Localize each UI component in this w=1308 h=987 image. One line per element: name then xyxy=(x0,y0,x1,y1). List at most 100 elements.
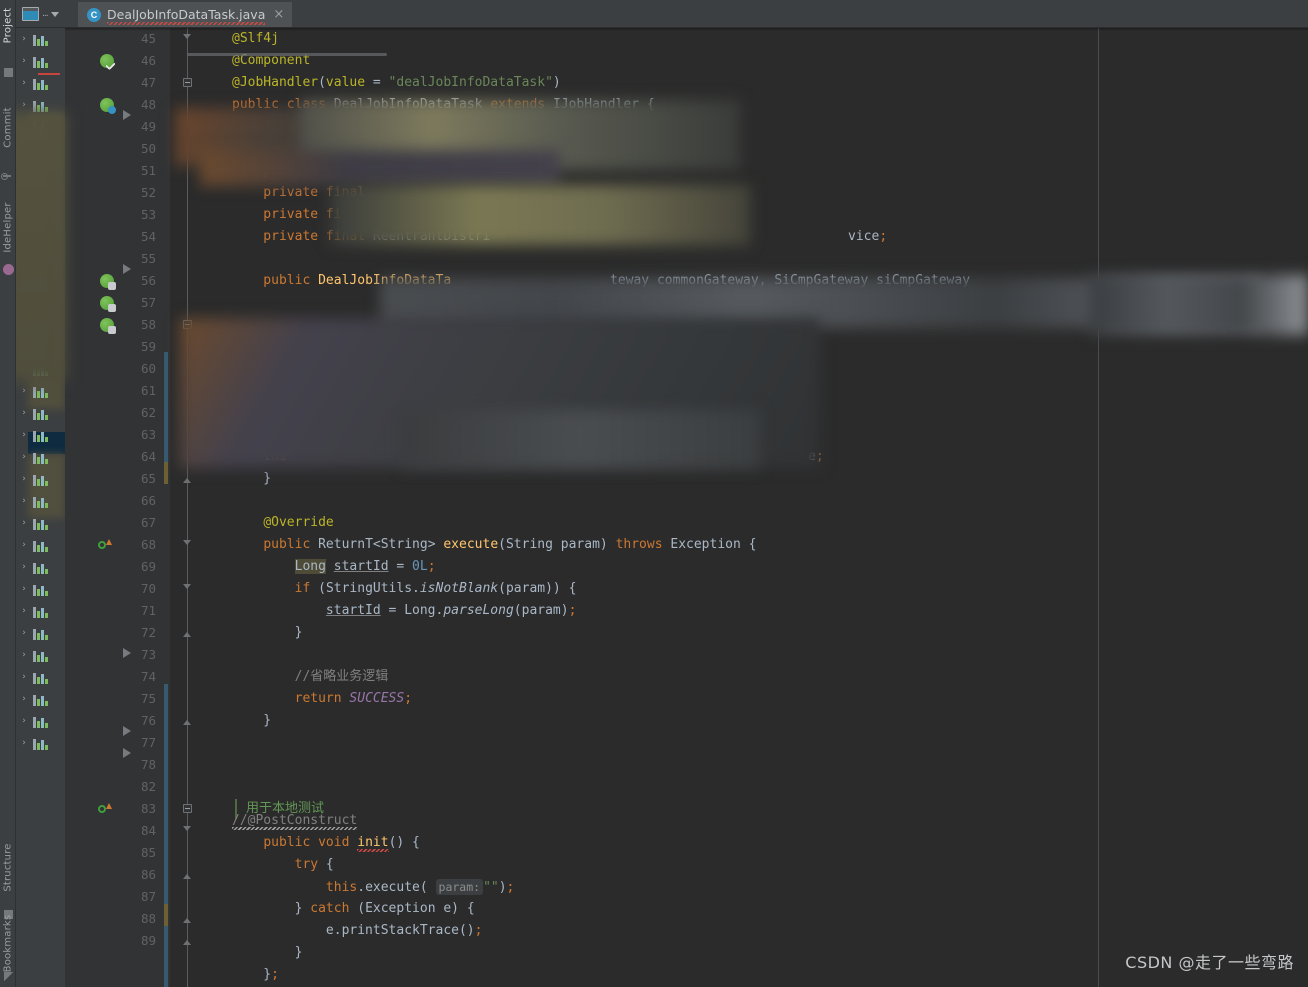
tool-tab-commit[interactable]: Commit xyxy=(3,96,14,160)
tree-item[interactable]: › xyxy=(16,204,65,226)
tree-item[interactable]: › xyxy=(16,556,65,578)
right-margin-rule xyxy=(1098,28,1099,987)
module-icon xyxy=(33,187,48,200)
code-editor[interactable]: 45 46 47 48 49 50 51 52 53 54 55 56 57 58 59 60 61 62 63 64… xyxy=(65,28,1308,987)
horizontal-scrollbar[interactable] xyxy=(187,53,387,56)
tool-tab-idehelper[interactable]: IdeHelper xyxy=(3,196,14,260)
chevron-right-icon[interactable]: › xyxy=(16,210,32,220)
tree-item[interactable]: › xyxy=(16,468,65,490)
chevron-right-icon[interactable]: › xyxy=(16,298,32,308)
tree-item[interactable]: › xyxy=(16,160,65,182)
tool-tab-bookmarks[interactable]: Bookmarks xyxy=(3,912,14,976)
chevron-right-icon[interactable]: › xyxy=(16,496,32,506)
module-icon xyxy=(33,429,48,442)
editor-gutter[interactable]: 45 46 47 48 49 50 51 52 53 54 55 56 57 58 59 60 61 62 63 64… xyxy=(65,28,192,987)
chevron-right-icon[interactable]: › xyxy=(16,342,32,352)
chevron-right-icon[interactable]: › xyxy=(16,716,32,726)
tree-item[interactable]: › xyxy=(16,644,65,666)
module-icon xyxy=(33,737,48,750)
chevron-right-icon[interactable]: › xyxy=(16,364,32,374)
module-icon xyxy=(33,561,48,574)
project-view-selector[interactable]: ... xyxy=(22,4,66,24)
module-icon xyxy=(33,649,48,662)
tree-item[interactable]: › xyxy=(16,28,65,50)
chevron-right-icon[interactable]: › xyxy=(16,584,32,594)
chevron-right-icon[interactable]: › xyxy=(16,166,32,176)
module-icon xyxy=(33,209,48,222)
module-icon xyxy=(33,693,48,706)
tree-item[interactable]: › xyxy=(16,292,65,314)
tree-item[interactable]: › xyxy=(16,666,65,688)
tree-item[interactable]: › xyxy=(16,72,65,94)
project-tool-window[interactable]: › › › › ⌄ › › › › › › › › › › › › › › › › › › › › › › › › › › › › xyxy=(16,28,65,987)
tree-item[interactable]: › xyxy=(16,622,65,644)
line-number: 70 xyxy=(140,581,156,596)
line-number: 73 xyxy=(140,647,156,662)
chevron-right-icon[interactable]: › xyxy=(16,606,32,616)
project-strip-icon xyxy=(4,68,13,77)
module-icon xyxy=(33,627,48,640)
line-number: 74 xyxy=(140,669,156,684)
view-selector-label: ... xyxy=(42,9,49,19)
chevron-right-icon[interactable]: › xyxy=(16,188,32,198)
tree-item[interactable]: › xyxy=(16,446,65,468)
line-number: 60 xyxy=(140,361,156,376)
chevron-right-icon[interactable]: › xyxy=(16,518,32,528)
tree-item[interactable]: › xyxy=(16,314,65,336)
module-icon xyxy=(33,297,48,310)
tree-item[interactable]: › xyxy=(16,732,65,754)
module-icon xyxy=(33,121,48,134)
chevron-right-icon[interactable]: › xyxy=(16,78,32,88)
code-text-area[interactable]: @Slf4j @Component @JobHandler(value = "d… xyxy=(170,28,1308,987)
tree-item[interactable]: › xyxy=(16,600,65,622)
tree-item[interactable]: › xyxy=(16,380,65,402)
inlay-hint-param: param: xyxy=(435,879,484,895)
close-icon[interactable]: × xyxy=(273,8,284,21)
chevron-right-icon[interactable]: › xyxy=(16,738,32,748)
chevron-right-icon[interactable]: › xyxy=(16,386,32,396)
tree-item[interactable]: › xyxy=(16,578,65,600)
tree-item[interactable]: › xyxy=(16,534,65,556)
chevron-right-icon[interactable]: › xyxy=(16,628,32,638)
tree-item[interactable]: › xyxy=(16,402,65,424)
tab-dealjobinfodatatask-java[interactable]: C DealJobInfoDataTask.java × xyxy=(78,2,293,27)
chevron-right-icon[interactable]: › xyxy=(16,540,32,550)
tree-item[interactable]: › xyxy=(16,248,65,270)
tree-item[interactable]: › xyxy=(16,688,65,710)
tool-tab-structure[interactable]: Structure xyxy=(3,836,14,900)
tree-item[interactable]: › xyxy=(16,424,65,446)
chevron-right-icon[interactable]: ⌄ xyxy=(16,122,32,132)
tree-item[interactable]: › xyxy=(16,710,65,732)
tree-item[interactable]: › xyxy=(16,50,65,72)
tree-item[interactable]: › xyxy=(16,490,65,512)
tool-tab-project[interactable]: Project xyxy=(3,0,14,58)
chevron-right-icon[interactable]: › xyxy=(16,276,32,286)
tree-item[interactable]: › xyxy=(16,226,65,248)
chevron-right-icon[interactable]: › xyxy=(16,232,32,242)
chevron-right-icon[interactable]: › xyxy=(16,144,32,154)
line-number: 85 xyxy=(140,845,156,860)
tree-item[interactable]: › xyxy=(16,358,65,380)
chevron-right-icon[interactable]: › xyxy=(16,672,32,682)
tree-item[interactable]: › xyxy=(16,336,65,358)
chevron-right-icon[interactable]: › xyxy=(16,254,32,264)
chevron-right-icon[interactable]: › xyxy=(16,562,32,572)
chevron-right-icon[interactable]: › xyxy=(16,650,32,660)
chevron-right-icon[interactable]: › xyxy=(16,474,32,484)
chevron-right-icon[interactable]: › xyxy=(16,100,32,110)
tree-item[interactable]: › xyxy=(16,94,65,116)
chevron-right-icon[interactable]: › xyxy=(16,408,32,418)
line-number: 75 xyxy=(140,691,156,706)
tree-item[interactable]: › xyxy=(16,138,65,160)
chevron-right-icon[interactable]: › xyxy=(16,694,32,704)
chevron-right-icon[interactable]: › xyxy=(16,34,32,44)
tree-item[interactable]: › xyxy=(16,270,65,292)
tree-item[interactable]: › xyxy=(16,182,65,204)
chevron-right-icon[interactable]: › xyxy=(16,56,32,66)
chevron-right-icon[interactable]: › xyxy=(16,320,32,330)
chevron-right-icon[interactable]: › xyxy=(16,452,32,462)
module-icon xyxy=(33,517,48,530)
tree-item[interactable]: ⌄ xyxy=(16,116,65,138)
chevron-right-icon[interactable]: › xyxy=(16,430,32,440)
tree-item[interactable]: › xyxy=(16,512,65,534)
